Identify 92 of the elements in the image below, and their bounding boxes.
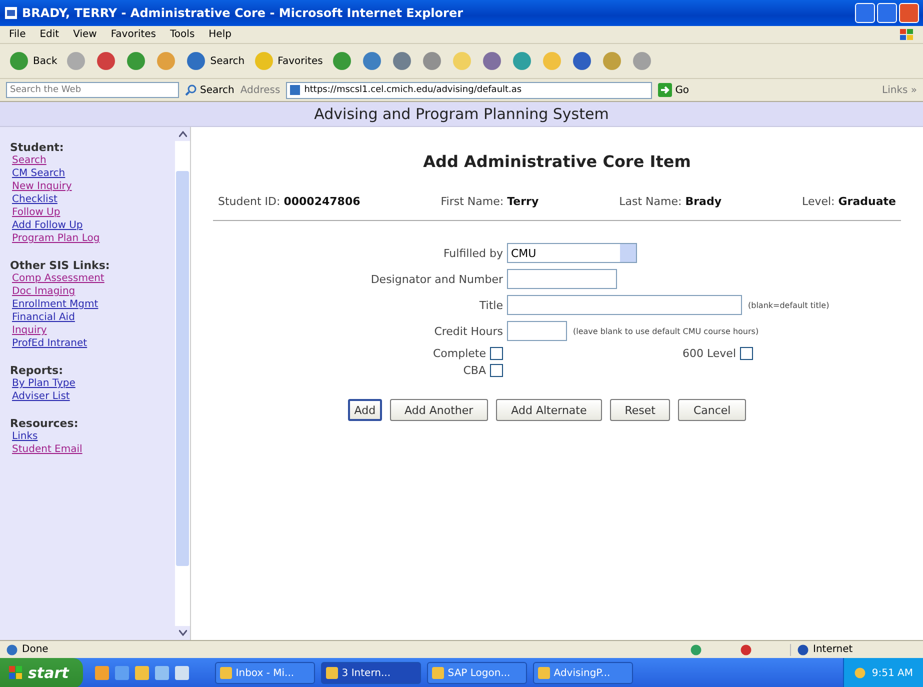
form-title: Add Administrative Core Item: [422, 152, 692, 171]
quick-launch-icon[interactable]: [114, 666, 129, 680]
checkbox[interactable]: [740, 347, 753, 360]
links-button[interactable]: Links »: [882, 84, 917, 96]
scroll-up-icon[interactable]: [178, 131, 186, 137]
student-info: First Name: Terry: [440, 195, 539, 208]
field-note: (leave blank to use default CMU course hours): [573, 326, 759, 336]
field-label: Title: [478, 298, 503, 312]
field-note: (blank=default title): [748, 300, 830, 310]
text-field[interactable]: [507, 269, 617, 289]
toolbar-button[interactable]: Back: [8, 50, 58, 72]
text-field[interactable]: [507, 321, 567, 341]
toolbar-button[interactable]: Favorites: [252, 50, 323, 72]
form-button[interactable]: Add Alternate: [496, 399, 602, 421]
sidebar-link[interactable]: Checklist: [10, 193, 175, 206]
start-button[interactable]: start: [0, 658, 83, 687]
sidebar-link[interactable]: Financial Aid: [10, 311, 175, 324]
go-button[interactable]: Go: [658, 83, 690, 97]
section-heading: Resources:: [10, 417, 80, 430]
quick-launch-icon[interactable]: [134, 666, 149, 680]
status-text: Done: [22, 644, 50, 655]
sidebar-link[interactable]: Search: [10, 154, 175, 167]
section-heading: Student:: [10, 141, 65, 154]
section-heading: Reports:: [10, 364, 64, 377]
app-icon: [538, 667, 550, 679]
sidebar-link[interactable]: Links: [10, 430, 175, 443]
scrollbar[interactable]: [175, 127, 191, 640]
text-field[interactable]: [507, 295, 742, 315]
taskbar-button[interactable]: AdvisingP...: [532, 662, 633, 684]
menu-item[interactable]: Edit: [38, 29, 60, 40]
sidebar-link[interactable]: Comp Assessment: [10, 272, 175, 285]
sidebar-link[interactable]: Student Email: [10, 443, 175, 456]
form-button[interactable]: Cancel: [678, 399, 746, 421]
checkbox[interactable]: [490, 347, 503, 360]
checkbox-label: 600 Level: [682, 347, 736, 360]
app-icon: [220, 667, 232, 679]
field-label: Fulfilled by: [442, 246, 503, 260]
taskbar-button[interactable]: 3 Intern...: [320, 662, 421, 684]
search-button[interactable]: Search: [185, 84, 234, 96]
sidebar-link[interactable]: Follow Up: [10, 206, 175, 219]
maximize-button[interactable]: [877, 3, 897, 23]
form-button[interactable]: Reset: [610, 399, 670, 421]
sidebar-link[interactable]: Enrollment Mgmt: [10, 298, 175, 311]
taskbar-button[interactable]: SAP Logon...: [426, 662, 527, 684]
search-field[interactable]: Search the Web: [6, 82, 179, 98]
student-info: Last Name: Brady: [619, 195, 722, 208]
windows-logo-icon: [8, 665, 24, 681]
window-title: BRADY, TERRY - Administrative Core - Microsoft Internet Explorer: [22, 6, 464, 20]
tray-icon: [854, 667, 866, 679]
form-button[interactable]: Add: [348, 399, 382, 421]
arrow-icon: [658, 83, 672, 97]
fulfilled-by-dropdown[interactable]: CMU: [507, 243, 637, 263]
field-label: Credit Hours: [433, 324, 503, 338]
sidebar-link[interactable]: Doc Imaging: [10, 285, 175, 298]
sidebar-link[interactable]: Add Follow Up: [10, 219, 175, 232]
sidebar-link[interactable]: Program Plan Log: [10, 232, 175, 245]
quick-launch-icon[interactable]: [174, 666, 189, 680]
scroll-down-icon[interactable]: [178, 630, 186, 636]
menu-item[interactable]: View: [72, 29, 98, 40]
app-icon: [326, 667, 338, 679]
student-info: Level: Graduate: [802, 195, 896, 208]
zone-text: Internet: [813, 644, 853, 655]
app-icon: [432, 667, 444, 679]
checkbox-label: CBA: [463, 364, 486, 377]
menu-item[interactable]: File: [8, 29, 27, 40]
field-label: Designator and Number: [370, 272, 503, 286]
form-button[interactable]: Add Another: [390, 399, 488, 421]
quick-launch-icon[interactable]: [154, 666, 169, 680]
section-heading: Other SIS Links:: [10, 259, 111, 272]
sidebar-link[interactable]: ProfEd Intranet: [10, 337, 175, 350]
address-label: Address: [240, 84, 280, 96]
clock: 9:51 AM: [872, 668, 913, 678]
windows-logo-icon: [899, 28, 915, 42]
menu-item[interactable]: Tools: [169, 29, 196, 40]
sidebar-link[interactable]: Inquiry: [10, 324, 175, 337]
menu-item[interactable]: Favorites: [110, 29, 158, 40]
sidebar-link[interactable]: CM Search: [10, 167, 175, 180]
quick-launch-icon[interactable]: [94, 666, 109, 680]
close-button[interactable]: [899, 3, 919, 23]
sidebar-link[interactable]: New Inquiry: [10, 180, 175, 193]
checkbox[interactable]: [490, 364, 503, 377]
page-header: Advising and Program Planning System: [0, 102, 923, 127]
address-field[interactable]: https://mscsl1.cel.cmich.edu/advising/default.as: [286, 82, 652, 98]
toolbar-button[interactable]: Search: [185, 50, 245, 72]
menu-item[interactable]: Help: [208, 29, 232, 40]
student-info: Student ID: 0000247806: [218, 195, 360, 208]
sidebar-link[interactable]: Adviser List: [10, 390, 175, 403]
checkbox-label: Complete: [432, 347, 486, 360]
window-icon: [4, 6, 18, 20]
taskbar-button[interactable]: Inbox - Mi...: [214, 662, 315, 684]
minimize-button[interactable]: [855, 3, 875, 23]
sidebar-link[interactable]: By Plan Type: [10, 377, 175, 390]
